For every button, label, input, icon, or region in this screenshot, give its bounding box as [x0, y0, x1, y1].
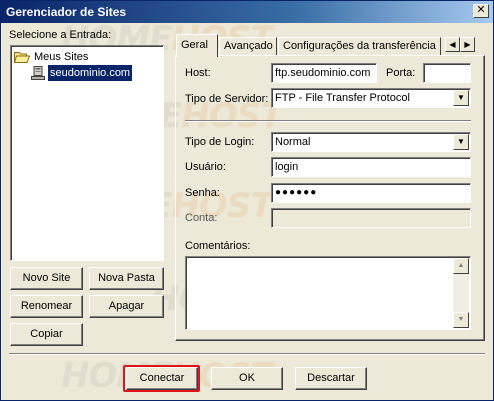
close-icon[interactable]: ✕: [473, 4, 489, 18]
server-type-value: FTP - File Transfer Protocol: [275, 92, 410, 104]
scroll-up-icon[interactable]: ▲: [453, 258, 469, 274]
rename-button[interactable]: Renomear: [10, 295, 83, 318]
login-type-label: Tipo de Login:: [185, 136, 255, 148]
tab-scroll-right-icon[interactable]: ▶: [460, 37, 475, 52]
tab-advanced[interactable]: Avançado: [219, 37, 277, 56]
ok-button[interactable]: OK: [211, 367, 283, 390]
tab-transfer-settings[interactable]: Configurações da transferência: [278, 37, 441, 56]
tree-item-my-sites[interactable]: Meus Sites: [14, 49, 154, 65]
password-input[interactable]: ●●●●●●: [271, 183, 471, 203]
tree-item-label: Meus Sites: [34, 51, 89, 63]
tab-general[interactable]: Geral: [176, 34, 218, 57]
footer-separator: [9, 353, 485, 355]
new-site-button[interactable]: Novo Site: [10, 267, 83, 290]
chevron-down-icon[interactable]: ▼: [453, 90, 469, 106]
server-type-label: Tipo de Servidor:: [185, 93, 269, 105]
tree-item-site[interactable]: seudominio.com: [31, 65, 161, 81]
new-folder-button[interactable]: Nova Pasta: [89, 267, 164, 290]
comments-scrollbar[interactable]: ▲ ▼: [453, 258, 469, 328]
comments-label: Comentários:: [185, 240, 251, 252]
comments-textarea[interactable]: ▲ ▼: [185, 256, 471, 330]
login-type-select[interactable]: Normal ▼: [271, 132, 471, 152]
delete-button[interactable]: Apagar: [89, 295, 164, 318]
scroll-down-icon[interactable]: ▼: [453, 312, 469, 328]
port-label: Porta:: [386, 67, 416, 79]
connect-highlight: [123, 365, 200, 392]
chevron-down-icon[interactable]: ▼: [453, 134, 469, 150]
tab-scroll-left-icon[interactable]: ◀: [445, 37, 460, 52]
server-icon: [31, 66, 45, 80]
account-label: Conta:: [185, 212, 218, 224]
select-entry-label: Selecione a Entrada:: [9, 29, 112, 41]
password-label: Senha:: [185, 187, 220, 199]
site-tree[interactable]: Meus Sites seudominio.com: [10, 45, 164, 261]
account-input: [271, 208, 471, 228]
host-input[interactable]: ftp.seudominio.com: [271, 63, 377, 83]
user-label: Usuário:: [185, 161, 226, 173]
copy-button[interactable]: Copiar: [10, 323, 83, 346]
discard-button[interactable]: Descartar: [295, 367, 367, 390]
site-manager-window: HOMEHOST HOMEHOST HOMEHOST HOMEHOST HOME…: [0, 0, 494, 401]
form-separator: [185, 120, 471, 122]
login-type-value: Normal: [275, 136, 311, 148]
tree-item-label: seudominio.com: [48, 65, 133, 81]
port-input[interactable]: [423, 63, 471, 83]
user-input[interactable]: login: [271, 157, 471, 177]
host-label: Host:: [185, 67, 211, 79]
server-type-select[interactable]: FTP - File Transfer Protocol ▼: [271, 88, 471, 108]
folder-open-icon: [14, 52, 30, 63]
title-bar[interactable]: Gerenciador de Sites ✕: [1, 1, 493, 23]
window-title: Gerenciador de Sites: [6, 5, 127, 19]
